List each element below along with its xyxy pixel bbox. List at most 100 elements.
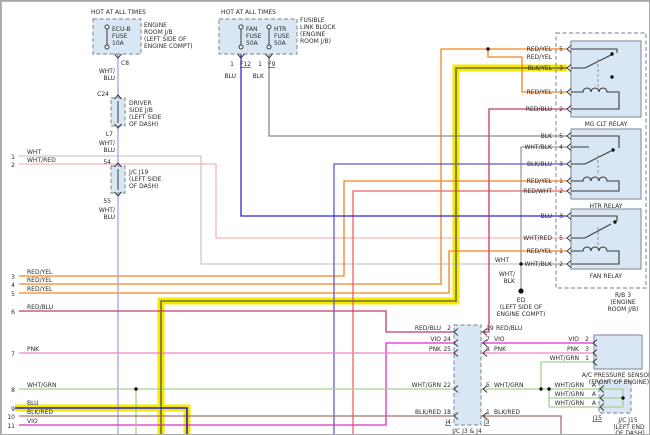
fuse-terminal-3 — [238, 44, 244, 50]
label-1: 1 — [585, 355, 589, 362]
label-2: 2 — [559, 261, 563, 268]
label-fusible: FUSIBLE — [300, 17, 325, 24]
label-blu: BLU — [27, 400, 39, 407]
label-htr: HTR — [274, 26, 286, 33]
label-pnk: PNK — [27, 346, 40, 353]
wire-wire-redyel-3 — [19, 180, 567, 277]
label-blk: BLK — [541, 133, 553, 140]
label-j-c-j19: J/C J19 — [128, 169, 148, 176]
label--engine: (ENGINE — [300, 31, 326, 38]
label-room-j-b-: ROOM J/B) — [608, 306, 639, 313]
wire-wire-blkred-right — [481, 415, 562, 434]
wire-wire-redyel-5 — [19, 250, 567, 294]
label-wht-grn: WHT/GRN — [494, 382, 523, 389]
label-19: 19 — [486, 325, 494, 332]
label-engine-compt-: ENGINE COMPT) — [144, 43, 193, 50]
label-2: 2 — [585, 336, 589, 343]
ac-pressure-sensor-box — [593, 334, 643, 370]
label-a: A — [592, 400, 597, 407]
wire-wire-blu-f12 — [240, 54, 567, 217]
label-blk-red: BLK/RED — [415, 409, 441, 416]
label-wht-red: WHT/RED — [27, 157, 56, 164]
wire-wire-whtred — [19, 163, 567, 239]
label-1: 1 — [230, 61, 234, 68]
label-red-blu: RED/BLU — [27, 304, 53, 311]
label-pnk: PNK — [567, 346, 580, 353]
label-10: 10 — [7, 414, 15, 421]
label-wht: WHT — [27, 149, 41, 156]
label-driver: DRIVER — [129, 100, 152, 107]
label-hot-at-all-times: HOT AT ALL TIMES — [221, 9, 276, 16]
label-1: 1 — [559, 178, 563, 185]
label-11: 11 — [7, 423, 15, 430]
junction-dot-5 — [621, 396, 625, 400]
junction-dot-0 — [486, 47, 490, 51]
label-wht: WHT — [495, 257, 509, 264]
label-link-block: LINK BLOCK — [300, 24, 337, 31]
label-5: 5 — [559, 133, 563, 140]
label-1: 1 — [486, 409, 490, 416]
label-4: 4 — [11, 282, 15, 289]
label-engine-compt-: ENGINE COMPT) — [497, 311, 546, 318]
label-1: 1 — [559, 248, 563, 255]
label-5: 5 — [559, 46, 563, 53]
label-pnk: PNK — [494, 346, 507, 353]
junction-dot-3 — [539, 387, 543, 391]
label-10a: 10A — [112, 40, 125, 47]
label-red-yel: RED/YEL — [527, 248, 553, 255]
label-1: 1 — [11, 154, 15, 161]
label-red-yel: RED/YEL — [527, 89, 553, 96]
wiring-diagram-svg: HOT AT ALL TIMESENGINEROOM J/B(LEFT SIDE… — [1, 1, 650, 435]
label-wht-: WHT/ — [99, 207, 116, 214]
label-j3: J3 — [483, 419, 490, 426]
label-j15: J15 — [592, 415, 603, 422]
label-ecu-b: ECU-B — [112, 26, 130, 33]
label-3: 3 — [559, 213, 563, 220]
label-fuse: FUSE — [246, 33, 262, 40]
label-2: 2 — [559, 106, 563, 113]
junction-dot-9 — [613, 220, 617, 224]
fuse-terminal-0 — [104, 24, 110, 30]
label-blk: BLK — [504, 278, 516, 285]
label-htr-relay: HTR RELAY — [590, 203, 623, 210]
label-fuse: FUSE — [274, 33, 290, 40]
label-side-j-b: SIDE J/B — [129, 107, 153, 114]
label-3: 3 — [11, 274, 15, 281]
label-room-j-b: ROOM J/B — [144, 29, 173, 36]
junction-dot-8 — [611, 148, 615, 152]
label-1: 1 — [258, 61, 262, 68]
label-8: 8 — [11, 387, 15, 394]
wire-wire-wht — [19, 155, 521, 265]
label--left-side: (LEFT SIDE — [129, 176, 162, 183]
label-room-j-b-: ROOM J/B) — [300, 38, 331, 45]
label-18: 18 — [443, 409, 451, 416]
label-24: 24 — [443, 336, 451, 343]
label-vio: VIO — [27, 418, 38, 425]
wire-wire-vio-left — [19, 342, 454, 426]
label-of-dash-: OF DASH) — [615, 430, 644, 435]
label-j4: J4 — [444, 419, 451, 426]
label-red-yel: RED/YEL — [27, 277, 53, 284]
label-red-blu: RED/BLU — [526, 106, 552, 113]
label-54: 54 — [103, 159, 111, 166]
junction-dot-4 — [547, 387, 551, 391]
label-1: 1 — [559, 89, 563, 96]
label-3: 3 — [559, 65, 563, 72]
label-22: 22 — [443, 382, 451, 389]
label-wht-grn: WHT/GRN — [412, 382, 441, 389]
label-j-c-j15: J/C J15 — [617, 417, 637, 424]
label-f12: F12 — [240, 61, 251, 68]
label-fan-relay: FAN RELAY — [590, 273, 622, 280]
label-vio: VIO — [430, 336, 441, 343]
label--left-side: (LEFT SIDE — [129, 114, 162, 121]
label-wht-grn: WHT/GRN — [550, 355, 579, 362]
fuse-terminal-1 — [104, 44, 110, 50]
label-c8: C8 — [121, 60, 129, 67]
label-5: 5 — [486, 382, 490, 389]
label-2: 2 — [447, 325, 451, 332]
label-a-c-pressure-sensor: A/C PRESSURE SENSOR — [582, 372, 650, 379]
label--front-of-engine-: (FRONT OF ENGINE) — [589, 379, 649, 386]
fuse-terminal-4 — [266, 24, 272, 30]
label-blk: BLK — [253, 73, 265, 80]
label-55: 55 — [103, 198, 111, 205]
